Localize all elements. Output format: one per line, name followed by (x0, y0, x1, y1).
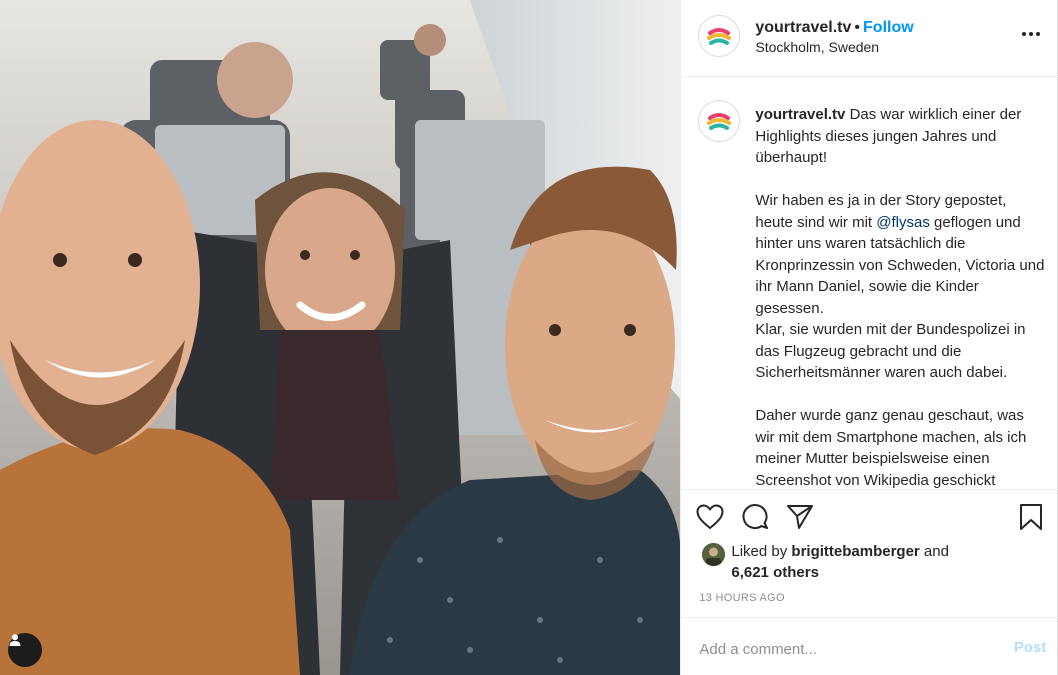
action-icons (695, 502, 815, 532)
post-header: yourtravel.tv • Follow Stockholm, Sweden (681, 0, 1058, 77)
caption-username[interactable]: yourtravel.tv (755, 106, 845, 123)
caption-p3: Klar, sie wurden mit der Bundespolizei i… (755, 321, 1026, 381)
heart-icon[interactable] (695, 502, 725, 532)
liker-username[interactable]: brigittebamberger (791, 543, 919, 560)
caption-text: yourtravel.tv Das war wirklich einer der… (755, 104, 1045, 488)
follow-button[interactable]: Follow (863, 19, 914, 36)
user-tag-icon[interactable] (8, 633, 42, 667)
brand-logo-icon (707, 113, 732, 130)
instagram-post: yourtravel.tv • Follow Stockholm, Sweden y… (0, 0, 1058, 675)
post-sidebar: yourtravel.tv • Follow Stockholm, Sweden y… (680, 0, 1058, 675)
likes-summary: Liked by brigittebamberger and 6,621 othe… (731, 542, 1031, 583)
action-section: Liked by brigittebamberger and 6,621 othe… (681, 489, 1058, 617)
likes-prefix: Liked by (731, 543, 792, 560)
likes-conjunction: and (919, 543, 949, 560)
header-username[interactable]: yourtravel.tv (755, 19, 851, 36)
post-timestamp[interactable]: 13 HOURS AGO (699, 592, 785, 604)
selfie-image (0, 0, 681, 675)
brand-logo-icon (707, 28, 732, 45)
comment-bar: Post (681, 617, 1058, 675)
post-comment-button[interactable]: Post (1014, 639, 1047, 656)
share-icon[interactable] (785, 502, 815, 532)
caption-p4: Daher wurde ganz genau geschaut, was wir… (755, 407, 1027, 488)
more-options-icon[interactable] (1018, 24, 1044, 44)
avatar[interactable] (698, 15, 741, 57)
caption-area: yourtravel.tv Das war wirklich einer der… (681, 78, 1058, 488)
liker-avatar[interactable] (702, 543, 726, 566)
bookmark-icon[interactable] (1016, 502, 1046, 532)
comment-icon[interactable] (740, 502, 770, 532)
post-photo[interactable] (0, 0, 681, 675)
header-user-line: yourtravel.tv • Follow (755, 19, 913, 37)
separator-dot: • (854, 19, 861, 36)
caption-paragraph: Wir haben es ja in der Story gepostet, h… (755, 190, 1045, 319)
caption-avatar[interactable] (698, 100, 741, 142)
location-link[interactable]: Stockholm, Sweden (755, 39, 879, 55)
likes-others[interactable]: 6,621 others (731, 564, 819, 581)
comment-input[interactable] (699, 638, 990, 660)
caption-paragraph: yourtravel.tv Das war wirklich einer der… (755, 104, 1045, 169)
mention-link[interactable]: @flysas (876, 214, 930, 231)
